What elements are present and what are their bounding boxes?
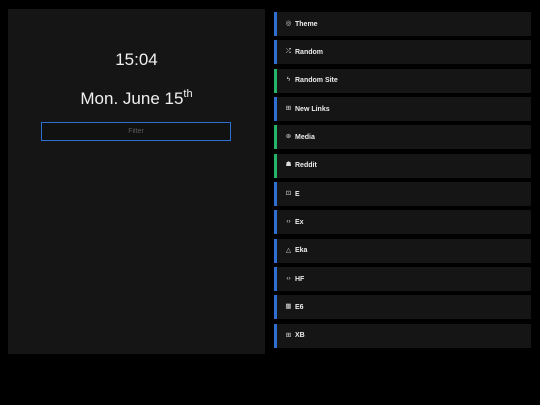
- link-label: E6: [295, 303, 304, 311]
- link-label: HF: [295, 275, 305, 283]
- link-item-new-links[interactable]: ⊞ New Links: [274, 97, 531, 122]
- link-item-hf[interactable]: ‹› HF: [274, 267, 531, 292]
- link-item-reddit[interactable]: ☗ Reddit: [274, 153, 531, 178]
- link-label: XB: [295, 332, 305, 340]
- clock-panel: 15:04 Mon. June 15th: [8, 9, 265, 354]
- link-label: Theme: [295, 20, 318, 28]
- image-icon: ⊡: [285, 189, 292, 197]
- link-item-eka[interactable]: △ Eka: [274, 238, 531, 263]
- plus-square-icon: ⊞: [285, 104, 292, 112]
- clock-date: Mon. June 15th: [8, 89, 265, 109]
- plus-box-icon: ⊞: [285, 331, 292, 339]
- shuffle-icon: ⤮: [285, 48, 292, 56]
- reddit-icon: ☗: [285, 161, 292, 169]
- code-icon: ‹›: [286, 274, 291, 282]
- grid-icon: ▦: [285, 303, 292, 311]
- link-item-e6[interactable]: ▦ E6: [274, 295, 531, 320]
- link-item-media[interactable]: ⊛ Media: [274, 125, 531, 150]
- bolt-icon: ϟ: [286, 76, 291, 84]
- play-circle-icon: ⊛: [285, 133, 292, 141]
- clock-date-suffix: th: [183, 88, 193, 100]
- warning-icon: △: [286, 246, 291, 254]
- link-label: Media: [295, 133, 315, 141]
- palette-icon: ◎: [285, 19, 292, 27]
- link-label: Eka: [295, 247, 308, 255]
- link-item-xb[interactable]: ⊞ XB: [274, 323, 531, 348]
- code-icon: ‹›: [286, 218, 291, 226]
- clock-time: 15:04: [115, 50, 158, 69]
- link-label: Ex: [295, 218, 304, 226]
- link-item-random[interactable]: ⤮ Random: [274, 40, 531, 65]
- link-item-theme[interactable]: ◎ Theme: [274, 12, 531, 36]
- link-label: Random: [295, 48, 323, 56]
- link-item-random-site[interactable]: ϟ Random Site: [274, 68, 531, 93]
- clock-date-main: Mon. June 15: [80, 89, 184, 108]
- link-label: Reddit: [295, 162, 317, 170]
- link-list: ◎ Theme ⤮ Random ϟ Random Site ⊞ New Lin…: [274, 12, 531, 352]
- link-label: Random Site: [295, 77, 338, 85]
- link-label: New Links: [295, 105, 330, 113]
- link-label: E: [295, 190, 300, 198]
- link-item-ex[interactable]: ‹› Ex: [274, 210, 531, 235]
- link-item-e[interactable]: ⊡ E: [274, 182, 531, 207]
- filter-input[interactable]: [41, 122, 231, 141]
